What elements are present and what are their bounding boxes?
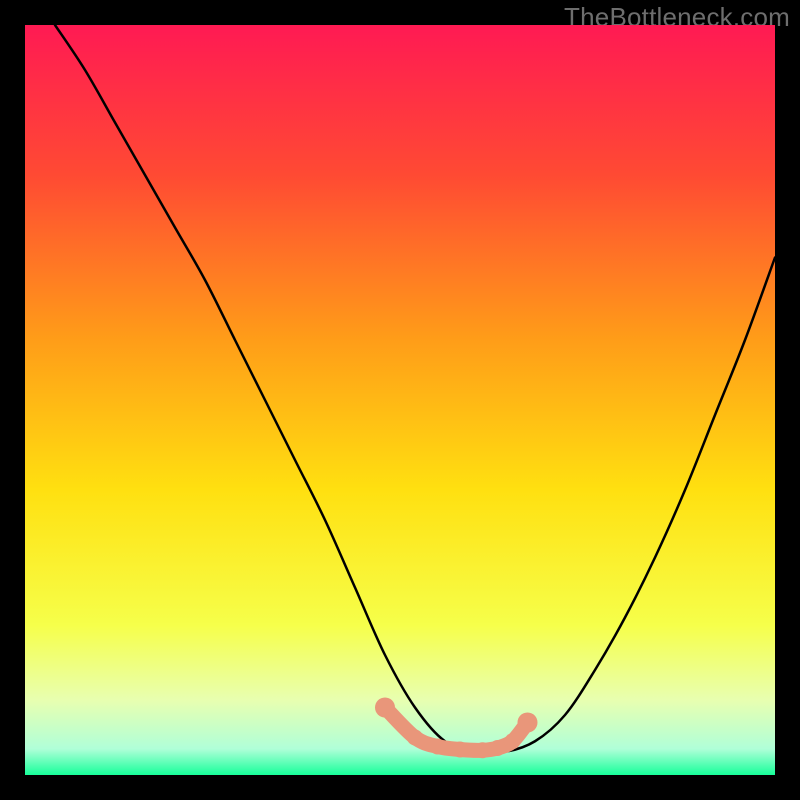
optimal-band-bead xyxy=(452,742,468,758)
optimal-band-bead xyxy=(407,730,423,746)
optimal-band-bead xyxy=(430,739,446,755)
optimal-band-bead xyxy=(490,740,506,756)
gradient-background xyxy=(25,25,775,775)
bottleneck-chart xyxy=(25,25,775,775)
optimal-band-bead xyxy=(375,698,395,718)
optimal-band-bead xyxy=(518,713,538,733)
optimal-band-bead xyxy=(475,742,491,758)
optimal-band-bead xyxy=(505,733,521,749)
chart-frame: TheBottleneck.com xyxy=(0,0,800,800)
